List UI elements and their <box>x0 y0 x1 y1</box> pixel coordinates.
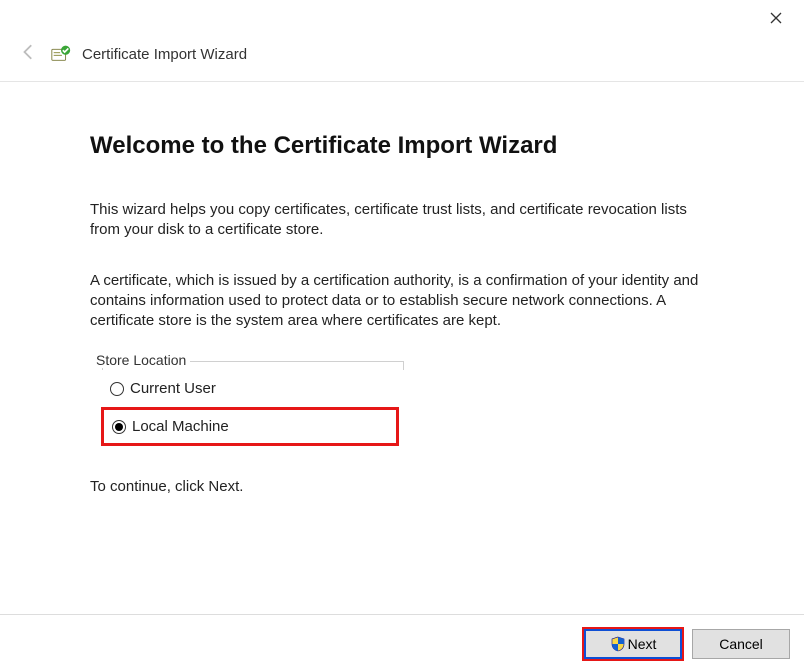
wizard-footer: Next Cancel <box>0 614 804 672</box>
radio-current-user[interactable]: Current User <box>102 372 404 405</box>
radio-icon <box>112 420 126 434</box>
radio-icon <box>110 382 124 396</box>
page-heading: Welcome to the Certificate Import Wizard <box>90 132 714 160</box>
back-arrow-icon <box>18 43 40 66</box>
radio-label-local-machine: Local Machine <box>132 418 229 435</box>
group-legend: Store Location <box>92 352 190 368</box>
next-button[interactable]: Next <box>584 629 682 659</box>
next-button-label: Next <box>628 636 657 652</box>
intro-paragraph-2: A certificate, which is issued by a cert… <box>90 271 714 332</box>
continue-hint: To continue, click Next. <box>90 478 714 495</box>
uac-shield-icon <box>610 636 626 652</box>
cancel-button-label: Cancel <box>719 636 763 652</box>
radio-local-machine[interactable]: Local Machine <box>101 407 399 446</box>
intro-paragraph-1: This wizard helps you copy certificates,… <box>90 200 714 241</box>
cancel-button[interactable]: Cancel <box>692 629 790 659</box>
wizard-title: Certificate Import Wizard <box>82 46 247 63</box>
wizard-header: Certificate Import Wizard <box>0 36 804 82</box>
close-button[interactable] <box>760 2 792 34</box>
certificate-wizard-icon <box>50 42 72 67</box>
store-location-group: Store Location Current User Local Machin… <box>102 361 404 450</box>
radio-label-current-user: Current User <box>130 380 216 397</box>
